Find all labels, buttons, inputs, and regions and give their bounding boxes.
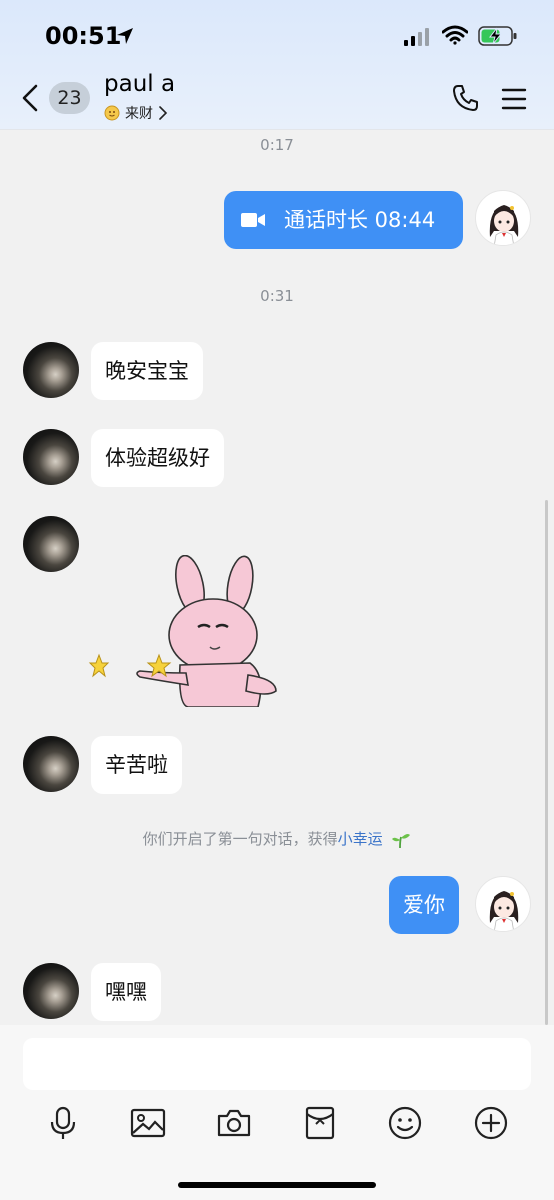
contact-avatar[interactable]: [23, 736, 79, 792]
self-message-bubble[interactable]: 爱你: [389, 876, 459, 934]
home-indicator[interactable]: [178, 1182, 376, 1188]
contact-avatar[interactable]: [23, 342, 79, 398]
image-button[interactable]: [128, 1103, 168, 1143]
contact-subtitle: 来财: [125, 106, 153, 122]
microphone-icon: [50, 1106, 76, 1139]
anime-girl-avatar-icon: [489, 891, 519, 931]
chevron-right-icon: [159, 106, 168, 120]
timestamp: 0:31: [260, 287, 294, 305]
status-time: 00:51: [45, 22, 122, 50]
unread-count-badge[interactable]: 23: [49, 82, 90, 114]
location-arrow-icon: [117, 28, 133, 44]
call-duration-text: 通话时长 08:44: [284, 208, 436, 232]
anime-girl-avatar-icon: [489, 205, 519, 245]
image-icon: [130, 1108, 166, 1138]
emoji-icon: [388, 1106, 422, 1140]
message-bubble[interactable]: 体验超级好: [91, 429, 224, 487]
sprout-icon: [392, 833, 411, 848]
battery-charging-icon: [478, 26, 517, 46]
plus-icon: [474, 1106, 508, 1140]
menu-icon[interactable]: [501, 87, 527, 111]
message-bubble[interactable]: 晚安宝宝: [91, 342, 203, 400]
more-button[interactable]: [471, 1103, 511, 1143]
back-chevron-icon[interactable]: [20, 84, 40, 112]
phone-icon[interactable]: [451, 83, 481, 113]
message-input[interactable]: [23, 1038, 531, 1090]
chat-scrollbar[interactable]: [545, 500, 548, 1025]
wifi-icon: [442, 25, 468, 45]
red-packet-button[interactable]: [300, 1103, 340, 1143]
lucky-link[interactable]: 小幸运: [338, 830, 383, 848]
camera-icon: [217, 1109, 251, 1137]
self-avatar[interactable]: [475, 190, 531, 246]
notice-text: 你们开启了第一句对话，获得: [142, 830, 338, 848]
contact-name[interactable]: paul a: [104, 71, 175, 97]
contact-avatar[interactable]: [23, 516, 79, 572]
message-bubble[interactable]: 辛苦啦: [91, 736, 182, 794]
contact-avatar[interactable]: [23, 429, 79, 485]
system-notice: 你们开启了第一句对话，获得小幸运: [0, 828, 554, 849]
signal-icon: [404, 28, 429, 46]
self-avatar[interactable]: [475, 876, 531, 932]
coin-emoji-icon: [104, 105, 120, 121]
message-bubble[interactable]: 嘿嘿: [91, 963, 161, 1021]
camera-button[interactable]: [214, 1103, 254, 1143]
contact-avatar[interactable]: [23, 963, 79, 1019]
contact-status[interactable]: 来财: [104, 103, 168, 123]
bunny-sticker-image[interactable]: [88, 555, 278, 707]
input-panel: [0, 1025, 554, 1200]
call-record-bubble[interactable]: 通话时长 08:44: [224, 191, 463, 249]
video-camera-icon: [241, 213, 265, 227]
chat-header: 00:51 23 paul a 来财: [0, 0, 554, 130]
emoji-button[interactable]: [385, 1103, 425, 1143]
voice-button[interactable]: [43, 1103, 83, 1143]
timestamp: 0:17: [260, 136, 294, 154]
red-packet-icon: [305, 1106, 335, 1140]
